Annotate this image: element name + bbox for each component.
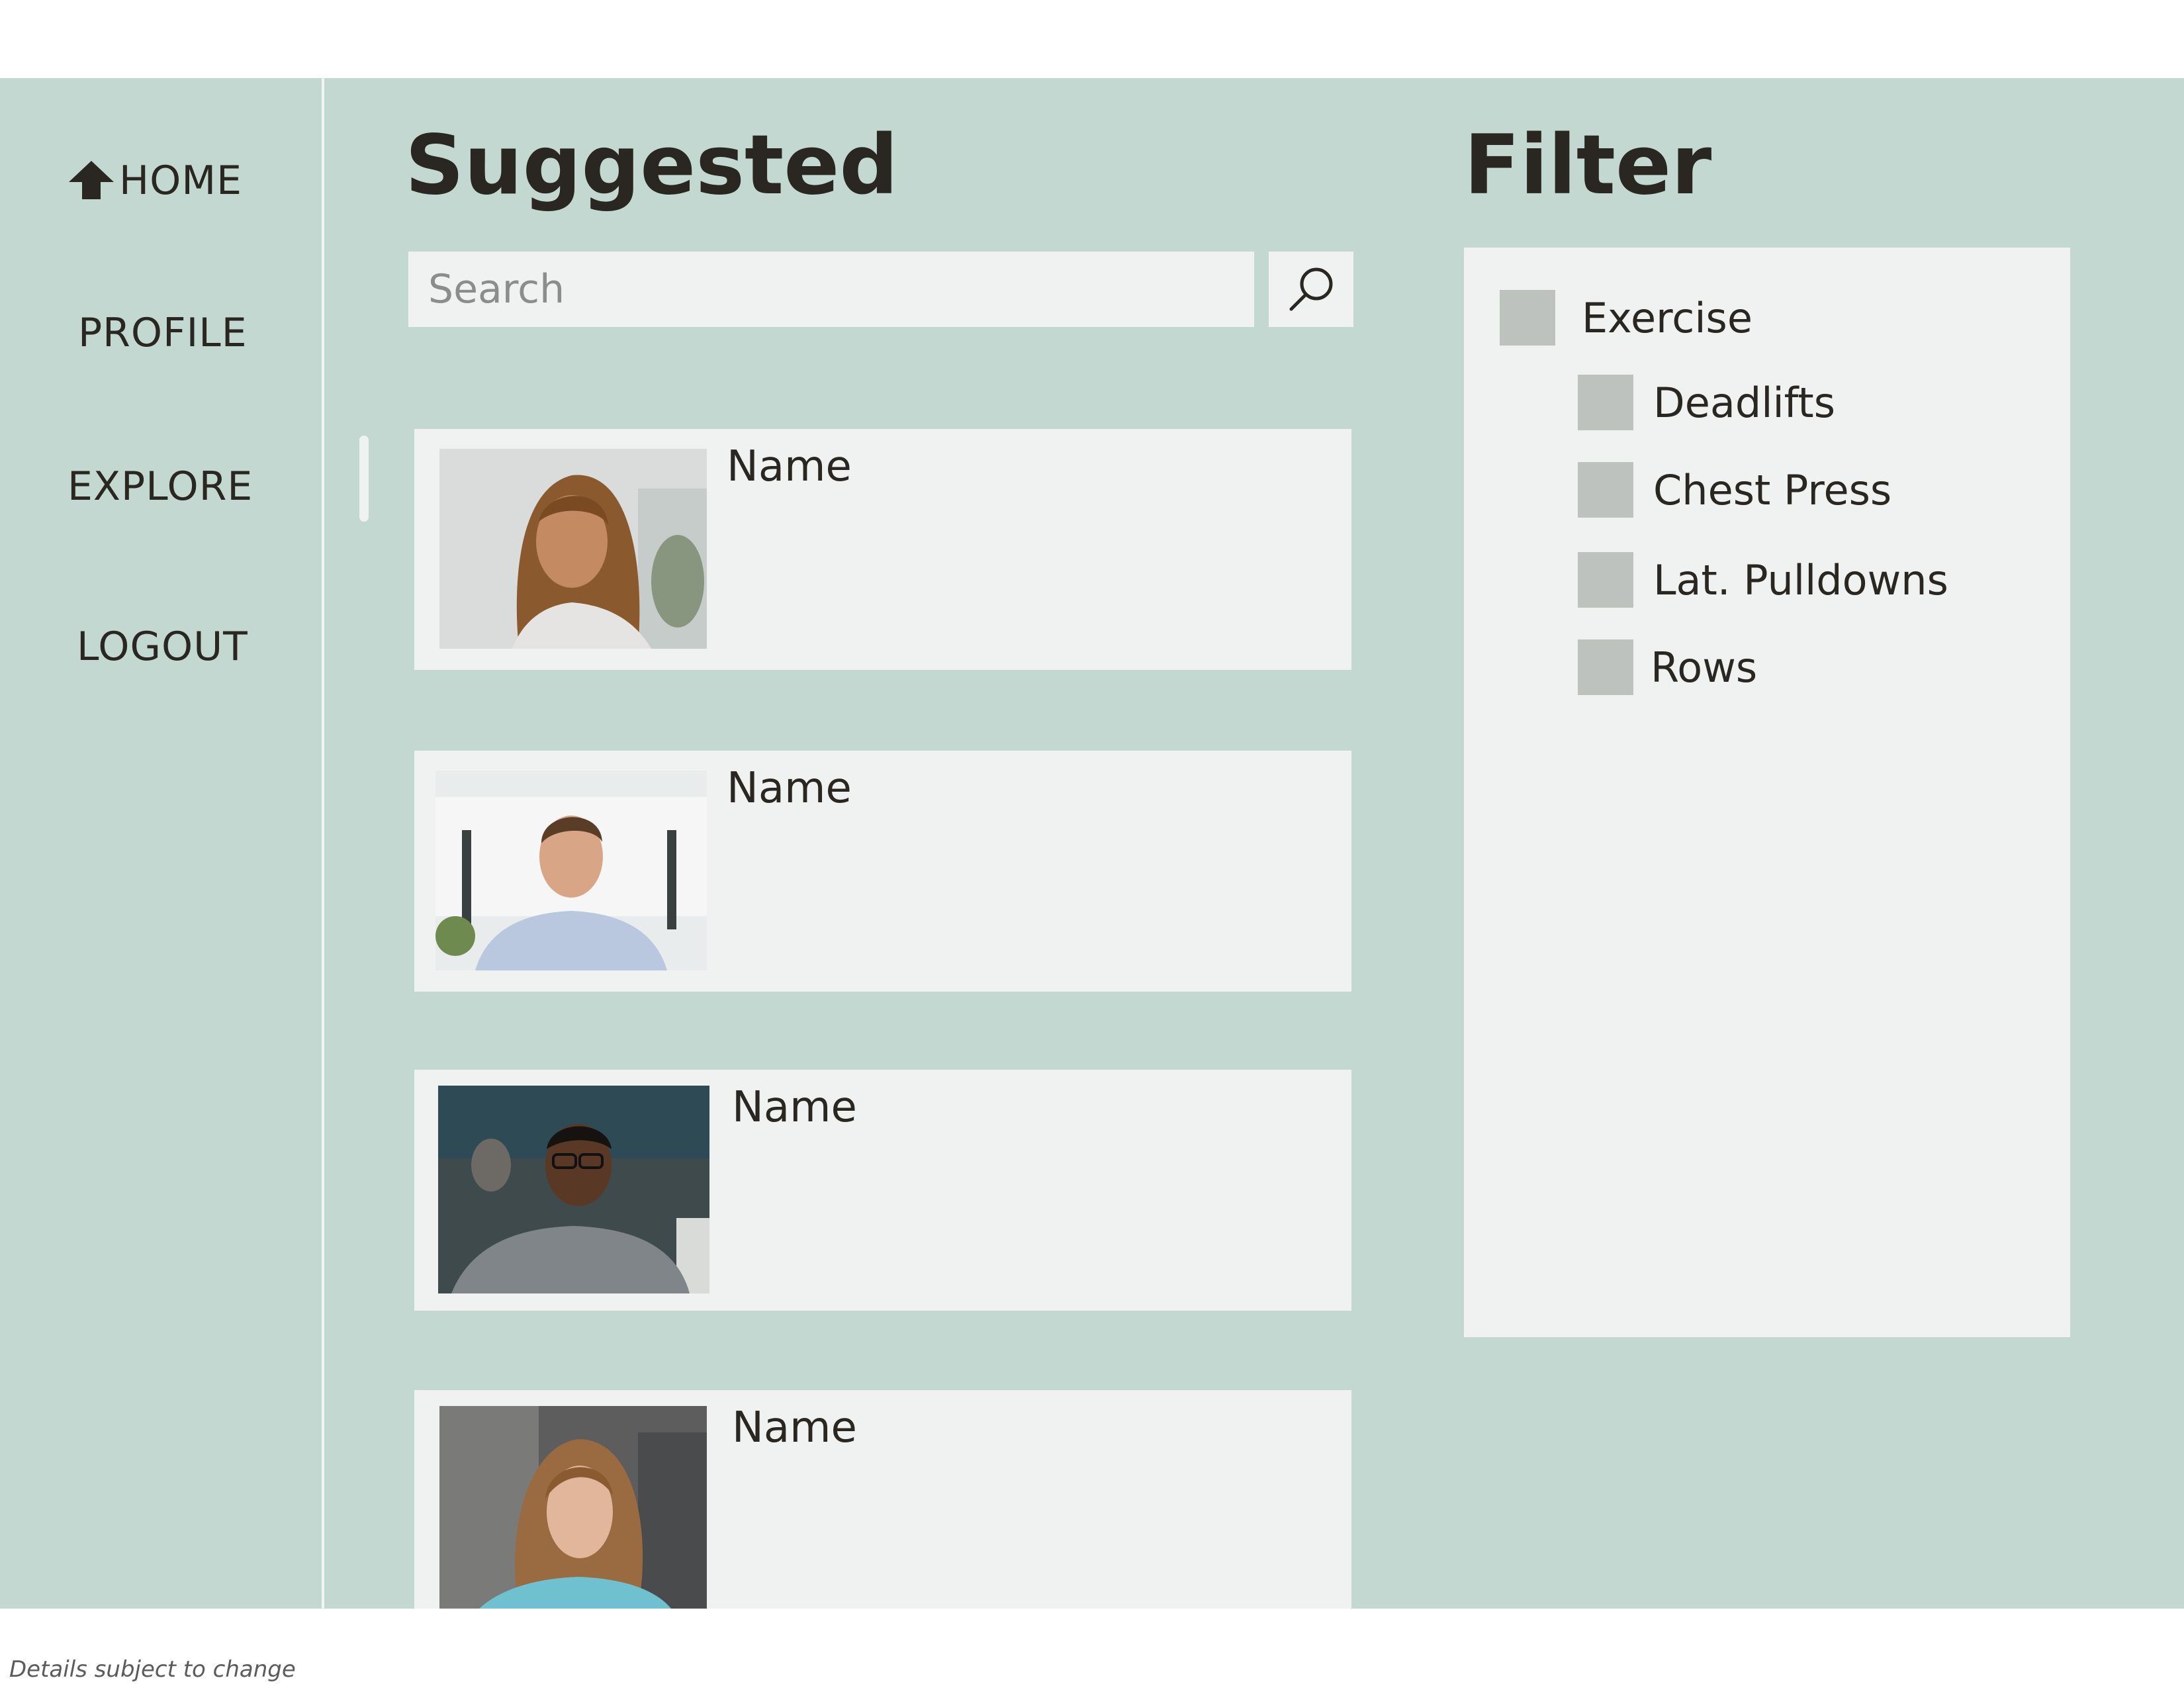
sidebar-divider <box>322 78 324 1609</box>
profile-photo <box>439 449 707 649</box>
checkbox[interactable] <box>1578 462 1633 518</box>
card-name: Name <box>727 442 852 491</box>
checkbox[interactable] <box>1578 552 1633 608</box>
profile-photo <box>435 771 707 970</box>
filter-label: Exercise <box>1582 293 1752 342</box>
footnote: Details subject to change <box>9 1656 296 1683</box>
filter-label: Deadlifts <box>1653 378 1836 427</box>
checkbox[interactable] <box>1578 639 1633 695</box>
home-arrow-icon <box>69 161 114 199</box>
nav-logout[interactable]: LOGOUT <box>77 624 248 670</box>
filter-option-chest-press[interactable]: Chest Press <box>1578 462 1891 518</box>
search-button[interactable] <box>1269 252 1353 327</box>
suggestion-card[interactable]: Name <box>414 751 1351 992</box>
profile-photo <box>439 1406 707 1609</box>
card-name: Name <box>732 1403 857 1452</box>
card-name: Name <box>727 764 852 813</box>
nav-home-label: HOME <box>119 158 243 204</box>
search-icon <box>1289 267 1333 311</box>
checkbox[interactable] <box>1578 375 1633 430</box>
suggestion-card[interactable]: Name <box>414 429 1351 670</box>
filter-label: Chest Press <box>1653 465 1892 514</box>
nav-explore[interactable]: EXPLORE <box>68 463 253 510</box>
suggestion-card[interactable]: Name <box>414 1390 1351 1609</box>
profile-photo <box>438 1086 709 1293</box>
filter-label: Rows <box>1651 643 1758 692</box>
nav-home[interactable]: HOME <box>68 158 242 204</box>
checkbox[interactable] <box>1500 290 1555 346</box>
search-input[interactable] <box>408 252 1254 327</box>
filter-option-rows[interactable]: Rows <box>1578 639 1757 695</box>
filter-option-lat-pulldowns[interactable]: Lat. Pulldowns <box>1578 552 1948 608</box>
nav-profile[interactable]: PROFILE <box>78 310 248 356</box>
filter-exercise[interactable]: Exercise <box>1500 290 1752 346</box>
card-name: Name <box>732 1083 857 1132</box>
page-title: Suggested <box>405 118 899 213</box>
scrollbar-thumb[interactable] <box>359 436 369 522</box>
filter-option-deadlifts[interactable]: Deadlifts <box>1578 375 1835 430</box>
filter-title: Filter <box>1464 118 1712 213</box>
suggestion-card[interactable]: Name <box>414 1070 1351 1311</box>
filter-label: Lat. Pulldowns <box>1653 555 1948 604</box>
